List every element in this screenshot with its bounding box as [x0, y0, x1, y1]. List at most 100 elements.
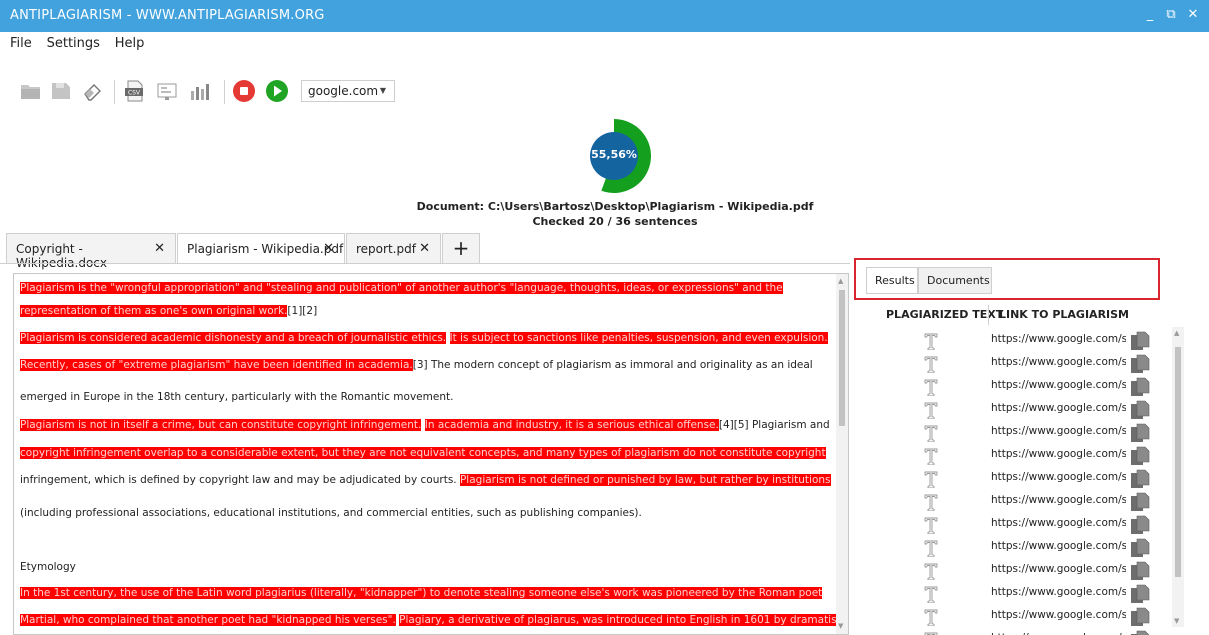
minimize-button[interactable]: _ [1141, 6, 1159, 24]
text-icon[interactable] [924, 562, 938, 581]
play-icon[interactable] [264, 78, 290, 104]
screen-export-icon[interactable] [154, 78, 180, 104]
text-icon[interactable] [924, 585, 938, 604]
table-row[interactable]: https://www.google.com/search?q [866, 421, 1172, 444]
scroll-down-icon[interactable]: ▼ [1174, 617, 1179, 625]
plagiarized-sentence[interactable]: Martial, who complained that another poe… [20, 614, 396, 626]
scroll-down-icon[interactable]: ▼ [838, 622, 843, 630]
stop-icon[interactable] [231, 78, 257, 104]
plagiarized-sentence[interactable]: Plagiarism is not in itself a crime, but… [20, 419, 422, 431]
plagiarism-link[interactable]: https://www.google.com/search?q [991, 379, 1126, 391]
eraser-icon[interactable] [80, 78, 106, 104]
scrollbar-thumb[interactable] [1175, 347, 1181, 577]
table-row[interactable]: https://www.google.com/search?q [866, 329, 1172, 352]
table-row[interactable]: https://www.google.com/search?q [866, 490, 1172, 513]
table-row[interactable]: https://www.google.com/search?q [866, 582, 1172, 605]
table-row[interactable]: https://www.google.com/search?q [866, 513, 1172, 536]
document-viewer[interactable]: Plagiarism is the "wrongful appropriatio… [13, 273, 849, 635]
copy-document-icon[interactable] [1129, 354, 1151, 374]
copy-document-icon[interactable] [1129, 469, 1151, 489]
menu-settings[interactable]: Settings [47, 36, 100, 51]
folder-open-icon[interactable] [18, 78, 44, 104]
table-row[interactable]: https://www.google.com/search?q [866, 375, 1172, 398]
text-icon[interactable] [924, 631, 938, 635]
add-tab-button[interactable]: + [442, 233, 480, 263]
text-icon[interactable] [924, 470, 938, 489]
plagiarism-link[interactable]: https://www.google.com/search?q [991, 402, 1126, 414]
scroll-up-icon[interactable]: ▲ [1174, 329, 1179, 337]
tab-copyright-docx[interactable]: Copyright - Wikipedia.docx ✕ [6, 233, 176, 270]
scrollbar-thumb[interactable] [839, 290, 845, 426]
text-icon[interactable] [924, 539, 938, 558]
close-icon[interactable]: ✕ [154, 241, 165, 256]
plagiarism-link[interactable]: https://www.google.com/search?q [991, 609, 1126, 621]
plagiarized-sentence[interactable]: Plagiary, a derivative of plagiarus, was… [399, 614, 841, 626]
plagiarism-link[interactable]: https://www.google.com/search?q [991, 333, 1126, 345]
text-icon[interactable] [924, 378, 938, 397]
tab-documents[interactable]: Documents [918, 267, 992, 294]
close-icon[interactable]: ✕ [419, 241, 430, 256]
plagiarism-link[interactable]: https://www.google.com/search?q [991, 471, 1126, 483]
text-icon[interactable] [924, 516, 938, 535]
copy-document-icon[interactable] [1129, 538, 1151, 558]
results-scrollbar[interactable]: ▲ ▼ [1172, 327, 1184, 627]
plagiarism-link[interactable]: https://www.google.com/search?q [991, 586, 1126, 598]
plagiarized-sentence[interactable]: Recently, cases of "extreme plagiarism" … [20, 359, 413, 371]
plagiarism-link[interactable]: https://www.google.com/search?q [991, 563, 1126, 575]
save-icon[interactable] [48, 78, 74, 104]
scroll-up-icon[interactable]: ▲ [838, 277, 843, 285]
text-icon[interactable] [924, 608, 938, 627]
table-row[interactable]: https://www.google.com/search?q [866, 628, 1172, 635]
table-row[interactable]: https://www.google.com/search?q [866, 444, 1172, 467]
copy-document-icon[interactable] [1129, 515, 1151, 535]
plagiarized-sentence[interactable]: Plagiarism is considered academic dishon… [20, 332, 447, 344]
copy-document-icon[interactable] [1129, 446, 1151, 466]
plagiarized-sentence[interactable]: copyright infringement overlap to a cons… [20, 447, 826, 459]
plagiarized-sentence[interactable]: representation of them as one's own orig… [20, 305, 288, 317]
text-icon[interactable] [924, 332, 938, 351]
plagiarism-link[interactable]: https://www.google.com/search?q [991, 540, 1126, 552]
table-row[interactable]: https://www.google.com/search?q [866, 605, 1172, 628]
plagiarism-link[interactable]: https://www.google.com/search?q [991, 494, 1126, 506]
text-icon[interactable] [924, 424, 938, 443]
tab-results[interactable]: Results [866, 267, 918, 294]
plagiarism-link[interactable]: https://www.google.com/search?q [991, 425, 1126, 437]
plagiarism-link[interactable]: https://www.google.com/search?q [991, 448, 1126, 460]
document-scrollbar[interactable]: ▲ ▼ [836, 274, 848, 634]
table-row[interactable]: https://www.google.com/search?q [866, 352, 1172, 375]
bar-chart-icon[interactable] [186, 78, 212, 104]
copy-document-icon[interactable] [1129, 331, 1151, 351]
copy-document-icon[interactable] [1129, 607, 1151, 627]
text-icon[interactable] [924, 447, 938, 466]
plagiarized-sentence[interactable]: Plagiarism is not defined or punished by… [459, 474, 831, 486]
close-icon[interactable]: ✕ [323, 241, 334, 256]
copy-document-icon[interactable] [1129, 492, 1151, 512]
plagiarism-link[interactable]: https://www.google.com/search?q [991, 356, 1126, 368]
copy-document-icon[interactable] [1129, 561, 1151, 581]
copy-document-icon[interactable] [1129, 630, 1151, 635]
table-row[interactable]: https://www.google.com/search?q [866, 398, 1172, 421]
table-row[interactable]: https://www.google.com/search?q [866, 559, 1172, 582]
text-icon[interactable] [924, 401, 938, 420]
copy-document-icon[interactable] [1129, 377, 1151, 397]
text-icon[interactable] [924, 493, 938, 512]
tab-plagiarism-pdf[interactable]: Plagiarism - Wikipedia.pdf ✕ [177, 233, 345, 264]
restore-button[interactable]: ⧉ [1162, 6, 1180, 24]
plagiarized-sentence[interactable]: In the 1st century, the use of the Latin… [20, 587, 823, 599]
plagiarized-sentence[interactable]: It is subject to sanctions like penaltie… [449, 332, 828, 344]
close-button[interactable]: ✕ [1184, 6, 1202, 24]
table-row[interactable]: https://www.google.com/search?q [866, 536, 1172, 559]
text-icon[interactable] [924, 355, 938, 374]
tab-report-pdf[interactable]: report.pdf ✕ [346, 233, 441, 263]
plagiarized-sentence[interactable]: Plagiarism is the "wrongful appropriatio… [20, 282, 783, 294]
csv-export-icon[interactable]: CSV [122, 78, 148, 104]
table-row[interactable]: https://www.google.com/search?q [866, 467, 1172, 490]
copy-document-icon[interactable] [1129, 584, 1151, 604]
menu-help[interactable]: Help [115, 36, 145, 51]
search-engine-select[interactable]: google.com ▼ [301, 80, 395, 102]
menu-file[interactable]: File [10, 36, 32, 51]
copy-document-icon[interactable] [1129, 400, 1151, 420]
plagiarism-link[interactable]: https://www.google.com/search?q [991, 517, 1126, 529]
plagiarized-sentence[interactable]: In academia and industry, it is a seriou… [424, 419, 719, 431]
copy-document-icon[interactable] [1129, 423, 1151, 443]
